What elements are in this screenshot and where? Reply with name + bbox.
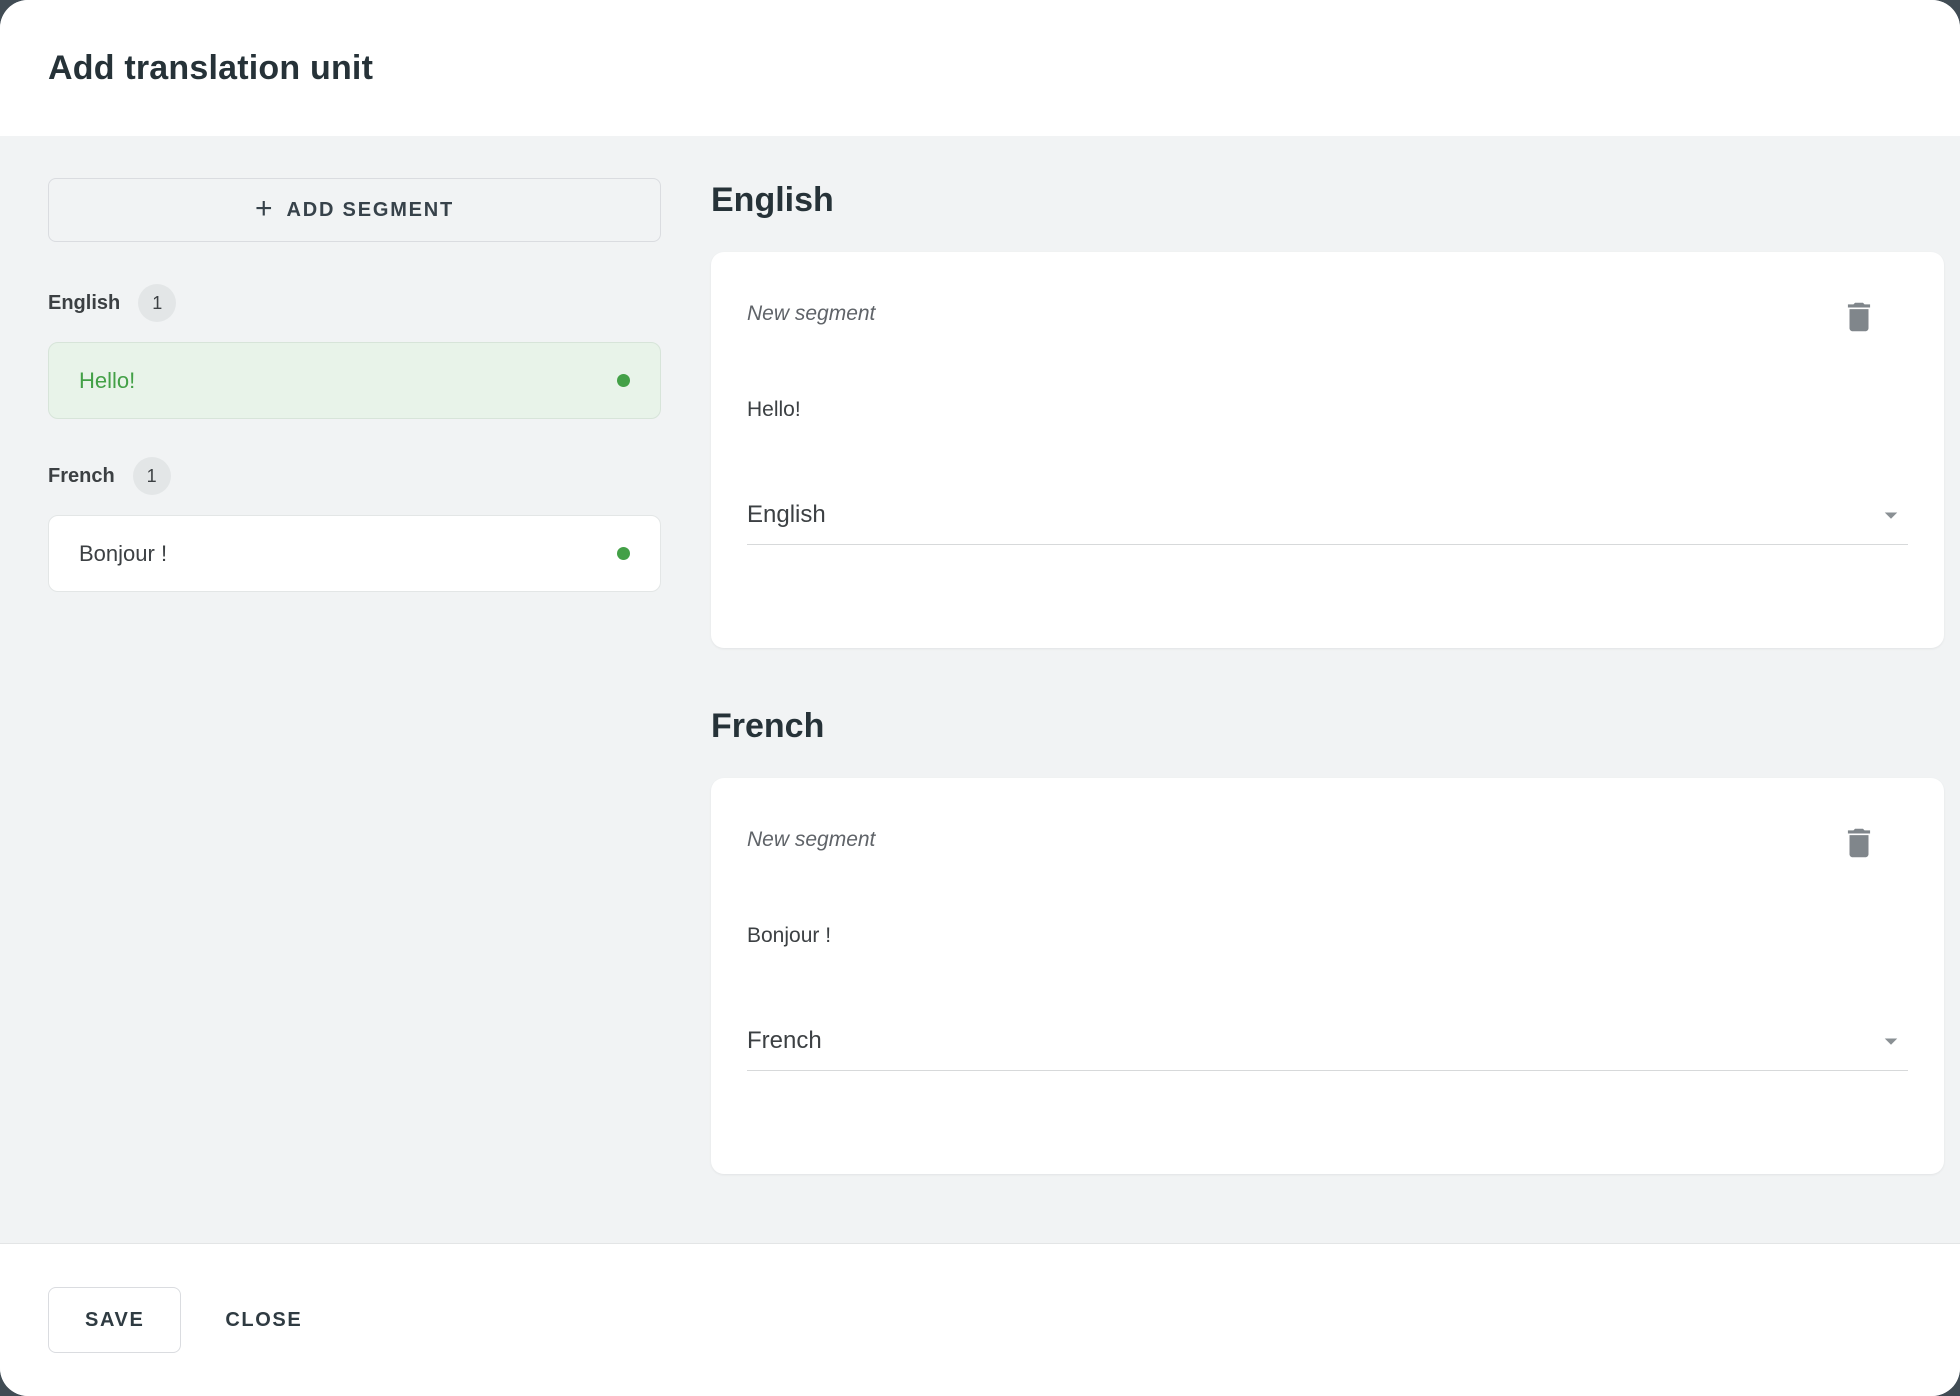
segment-label: New segment <box>747 824 875 852</box>
close-button[interactable]: CLOSE <box>217 1299 310 1342</box>
section-heading: French <box>711 704 1944 748</box>
segment-chip-text: Bonjour ! <box>79 541 167 567</box>
green-dot-icon <box>617 547 630 560</box>
editor-section-english: English New segment Hello! English <box>711 178 1944 648</box>
segment-editor-card: New segment Hello! English <box>711 252 1944 648</box>
segment-chip-text: Hello! <box>79 368 135 394</box>
segment-text-input[interactable]: Hello! <box>747 398 1908 422</box>
segments-sidebar: + ADD SEGMENT English 1 Hello! French 1 … <box>48 178 661 1243</box>
dropdown-arrow-icon <box>1876 500 1906 530</box>
section-heading: English <box>711 178 1944 222</box>
language-select-value: English <box>747 501 826 529</box>
delete-segment-button[interactable] <box>1840 298 1878 336</box>
add-translation-unit-dialog: Add translation unit + ADD SEGMENT Engli… <box>0 0 1960 1396</box>
add-segment-label: ADD SEGMENT <box>286 199 454 222</box>
dropdown-arrow-icon <box>1876 1026 1906 1056</box>
dialog-body: + ADD SEGMENT English 1 Hello! French 1 … <box>0 136 1960 1243</box>
language-group-header-english: English 1 <box>48 284 661 322</box>
segment-count-badge: 1 <box>133 457 171 495</box>
plus-icon: + <box>255 194 273 224</box>
segment-chip-english[interactable]: Hello! <box>48 342 661 419</box>
language-select[interactable]: French <box>747 1026 1908 1071</box>
language-select-value: French <box>747 1027 822 1055</box>
segment-label: New segment <box>747 298 875 326</box>
segment-count-badge: 1 <box>138 284 176 322</box>
language-label: English <box>48 292 120 315</box>
segment-editor-card: New segment Bonjour ! French <box>711 778 1944 1174</box>
segment-editors: English New segment Hello! English <box>711 178 1944 1243</box>
editor-section-french: French New segment Bonjour ! French <box>711 704 1944 1174</box>
dialog-title: Add translation unit <box>48 49 373 88</box>
language-select[interactable]: English <box>747 500 1908 545</box>
dialog-header: Add translation unit <box>0 0 1960 136</box>
language-label: French <box>48 465 115 488</box>
add-segment-button[interactable]: + ADD SEGMENT <box>48 178 661 242</box>
green-dot-icon <box>617 374 630 387</box>
page-backdrop: Add translation unit + ADD SEGMENT Engli… <box>0 0 1960 1396</box>
card-top-row: New segment <box>747 824 1908 862</box>
dialog-footer: SAVE CLOSE <box>0 1243 1960 1396</box>
language-group-header-french: French 1 <box>48 457 661 495</box>
trash-icon <box>1840 824 1878 862</box>
card-top-row: New segment <box>747 298 1908 336</box>
trash-icon <box>1840 298 1878 336</box>
segment-text-input[interactable]: Bonjour ! <box>747 924 1908 948</box>
save-button[interactable]: SAVE <box>48 1287 181 1353</box>
segment-chip-french[interactable]: Bonjour ! <box>48 515 661 592</box>
delete-segment-button[interactable] <box>1840 824 1878 862</box>
